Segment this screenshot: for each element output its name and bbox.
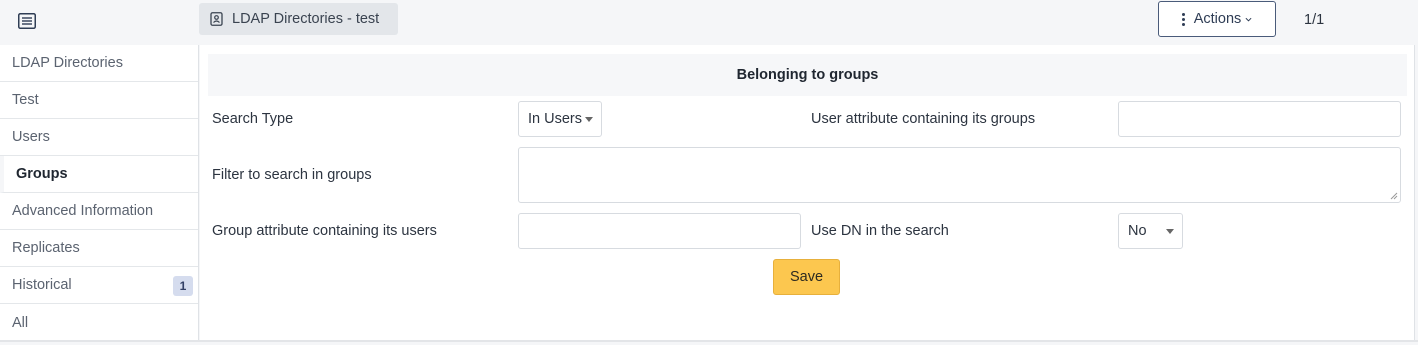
contact-card-icon [210,12,223,26]
user-attribute-input[interactable] [1118,101,1401,137]
record-tab[interactable]: LDAP Directories - test [199,3,398,35]
sidebar-item-label: Historical [12,277,72,293]
actions-button[interactable]: Actions [1158,1,1276,37]
actions-label: Actions [1193,11,1242,27]
bottom-divider [0,340,1418,342]
save-button[interactable]: Save [773,259,840,295]
sidebar-item-groups[interactable]: Groups [0,156,198,193]
use-dn-label: Use DN in the search [811,223,949,239]
sidebar-item-advanced-information[interactable]: Advanced Information [0,193,198,230]
search-type-value: In Users [528,111,582,127]
search-type-select[interactable]: In Users [518,101,602,137]
dropdown-caret-icon [585,117,593,122]
count-badge: 1 [173,276,193,296]
sidebar-item-label: All [12,314,29,331]
group-attribute-input[interactable] [518,213,801,249]
sidebar-item-users[interactable]: Users [0,119,198,156]
use-dn-select[interactable]: No [1118,213,1183,249]
top-bar: LDAP Directories - test Actions 1/1 [0,0,1418,44]
main-panel: Belonging to groups Search Type In Users… [200,45,1415,341]
use-dn-value: No [1128,223,1147,239]
sidebar-item-label: Replicates [12,240,80,256]
sidebar-item-test[interactable]: Test [0,82,198,119]
list-icon[interactable] [18,13,36,29]
sidebar-item-historical[interactable]: Historical 1 [0,267,198,304]
sidebar-item-label: Advanced Information [12,203,154,219]
search-type-label: Search Type [212,111,294,127]
sidebar-item-label: Users [12,129,50,145]
section-title: Belonging to groups [208,54,1407,96]
pager: 1/1 [1304,12,1325,28]
group-attribute-label: Group attribute containing its users [212,223,437,239]
filter-label: Filter to search in groups [212,167,372,183]
sidebar-item-label: Groups [16,166,68,182]
sidebar: LDAP Directories Test Users Groups Advan… [0,45,199,341]
resize-handle-icon[interactable] [1390,192,1398,200]
user-attribute-label: User attribute containing its groups [811,111,1036,127]
chevron-down-icon [1245,17,1252,22]
sidebar-item-all[interactable]: All [0,304,198,341]
vertical-dots-icon [1181,12,1185,26]
sidebar-item-label: Test [12,92,39,108]
sidebar-item-ldap-directories[interactable]: LDAP Directories [0,45,198,82]
filter-textarea[interactable] [518,147,1401,203]
dropdown-caret-icon [1166,229,1174,234]
record-tab-label: LDAP Directories - test [232,11,380,27]
sidebar-item-replicates[interactable]: Replicates [0,230,198,267]
sidebar-item-label: LDAP Directories [12,55,123,71]
